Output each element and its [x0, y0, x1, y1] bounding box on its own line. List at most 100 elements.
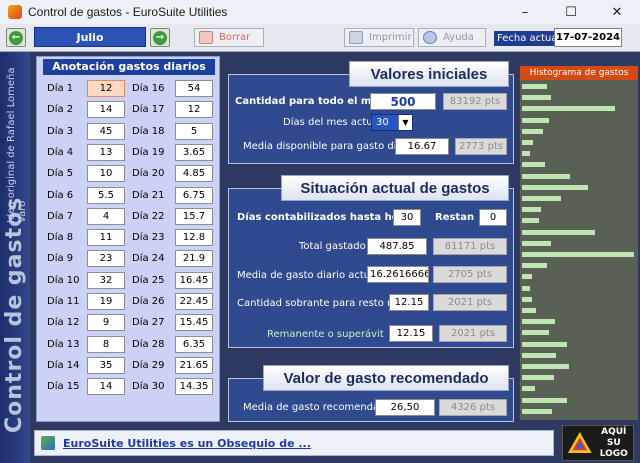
- day-amount-input[interactable]: 6.75: [175, 186, 213, 204]
- histogram-bar: [522, 128, 543, 134]
- eraser-icon: [199, 31, 213, 44]
- daily-avg-value: 16.26166666: [367, 266, 429, 283]
- daily-row: Día 10 32 Día 25 16.45: [37, 271, 221, 290]
- day-amount-input[interactable]: 15.45: [175, 314, 213, 332]
- remaining-days-label: Restan: [435, 212, 475, 223]
- histogram-bar: [522, 364, 569, 369]
- day-amount-input[interactable]: 32: [87, 271, 125, 289]
- daily-row: Día 7 4 Día 22 15.7: [37, 207, 221, 226]
- day-amount-input[interactable]: 54: [175, 80, 213, 97]
- day-amount-input[interactable]: 5.5: [87, 186, 125, 204]
- day-amount-input[interactable]: 23: [87, 250, 125, 268]
- day-label: Día 27: [132, 317, 165, 329]
- histogram-bar: [522, 106, 616, 112]
- day-label: Día 6: [47, 189, 74, 201]
- histogram-bar: [522, 140, 534, 145]
- sponsor-link[interactable]: EuroSuite Utilities es un Obsequio de ..…: [63, 437, 311, 450]
- footer-bar: EuroSuite Utilities es un Obsequio de ..…: [34, 430, 554, 456]
- day-label: Día 1: [47, 83, 74, 94]
- day-label: Día 12: [47, 317, 80, 329]
- minimize-button[interactable]: –: [502, 0, 548, 24]
- histogram-bar: [522, 196, 562, 201]
- day-amount-input[interactable]: 4: [87, 207, 125, 225]
- logo-placeholder[interactable]: AQUÍ SU LOGO: [562, 425, 634, 461]
- day-amount-input[interactable]: 21.65: [175, 356, 213, 374]
- imprimir-label: Imprimir: [369, 32, 412, 43]
- day-amount-input[interactable]: 14: [87, 378, 125, 396]
- days-in-month-value: 30: [376, 117, 389, 128]
- day-amount-input[interactable]: 8: [87, 335, 125, 353]
- day-label: Día 20: [132, 168, 165, 180]
- ayuda-button[interactable]: Ayuda: [418, 28, 486, 47]
- daily-row: Día 11 19 Día 26 22.45: [37, 293, 221, 311]
- day-label: Día 21: [132, 189, 165, 201]
- histogram-bar: [522, 162, 545, 168]
- day-label: Día 14: [47, 359, 80, 371]
- day-amount-input[interactable]: 19: [87, 293, 125, 310]
- arrow-right-icon: →: [153, 30, 167, 45]
- borrar-button[interactable]: Borrar: [194, 28, 264, 47]
- day-amount-input[interactable]: 4.85: [175, 165, 213, 183]
- day-amount-input[interactable]: 10: [87, 165, 125, 183]
- current-status-title: Situación actual de gastos: [281, 175, 509, 201]
- day-amount-input[interactable]: 5: [175, 122, 213, 140]
- day-amount-input[interactable]: 14.35: [175, 378, 213, 396]
- histogram-bar: [522, 341, 568, 347]
- day-label: Día 9: [47, 253, 74, 265]
- day-label: Día 13: [47, 338, 80, 350]
- leftover-value: 12.15: [389, 294, 429, 311]
- sidebar-subtitle: Idea original de Rafael Lomeña Varo: [6, 67, 28, 223]
- days-in-month-select[interactable]: 30 ▼: [371, 114, 413, 131]
- day-amount-input[interactable]: 9: [87, 314, 125, 332]
- total-spent-label: Total gastado: [299, 241, 366, 252]
- day-amount-input[interactable]: 22.45: [175, 293, 213, 310]
- histogram-bar: [522, 308, 536, 313]
- days-in-month-label: Días del mes actual: [283, 117, 382, 128]
- day-amount-input[interactable]: 3.65: [175, 143, 213, 161]
- day-label: Día 8: [47, 232, 74, 244]
- day-amount-input[interactable]: 12: [87, 80, 125, 97]
- daily-row: Día 6 5.5 Día 21 6.75: [37, 186, 221, 205]
- day-amount-input[interactable]: 16.45: [175, 271, 213, 289]
- recommended-title: Valor de gasto recomendado: [263, 365, 509, 391]
- day-amount-input[interactable]: 13: [87, 143, 125, 161]
- sidebar-title: Control de gastos: [2, 196, 27, 433]
- arrow-left-icon: ←: [9, 30, 23, 45]
- day-label: Día 2: [47, 104, 74, 116]
- day-amount-input[interactable]: 35: [87, 356, 125, 374]
- close-button[interactable]: ✕: [594, 0, 640, 24]
- histogram-bar: [522, 240, 552, 246]
- printer-icon: [349, 31, 363, 44]
- day-amount-input[interactable]: 6.35: [175, 335, 213, 353]
- day-amount-input[interactable]: 21.9: [175, 250, 213, 268]
- day-amount-input[interactable]: 15.7: [175, 207, 213, 225]
- surplus-value: 12.15: [389, 325, 433, 342]
- day-amount-input[interactable]: 11: [87, 229, 125, 247]
- day-label: Día 22: [132, 210, 165, 222]
- daily-row: Día 14 35 Día 29 21.65: [37, 356, 221, 375]
- daily-avg-pts: 2705 pts: [433, 266, 507, 283]
- day-label: Día 7: [47, 210, 74, 222]
- histogram-bar: [522, 352, 557, 358]
- histogram-bar: [522, 397, 567, 403]
- next-month-button[interactable]: →: [150, 28, 170, 47]
- imprimir-button[interactable]: Imprimir: [344, 28, 414, 47]
- day-amount-input[interactable]: 12: [175, 101, 213, 119]
- histogram-bar: [522, 207, 541, 213]
- leftover-label: Cantidad sobrante para resto mes: [237, 298, 409, 309]
- day-label: Día 3: [47, 125, 74, 137]
- day-amount-input[interactable]: 14: [87, 101, 125, 119]
- histogram-bar: [522, 218, 539, 224]
- maximize-button[interactable]: ☐: [548, 0, 594, 24]
- monthly-amount-pts: 83192 pts: [443, 93, 507, 110]
- day-amount-input[interactable]: 12.8: [175, 229, 213, 247]
- day-amount-input[interactable]: 45: [87, 122, 125, 140]
- daily-row: Día 1 12 Día 16 54: [37, 80, 221, 98]
- histogram-bar: [522, 173, 570, 179]
- previous-month-button[interactable]: ←: [6, 28, 26, 47]
- monthly-amount-label: Cantidad para todo el mes: [235, 96, 385, 107]
- monthly-amount-input[interactable]: 500: [370, 93, 436, 110]
- day-label: Día 4: [47, 146, 74, 158]
- day-label: Día 19: [132, 146, 165, 158]
- month-display: Julio: [34, 27, 146, 47]
